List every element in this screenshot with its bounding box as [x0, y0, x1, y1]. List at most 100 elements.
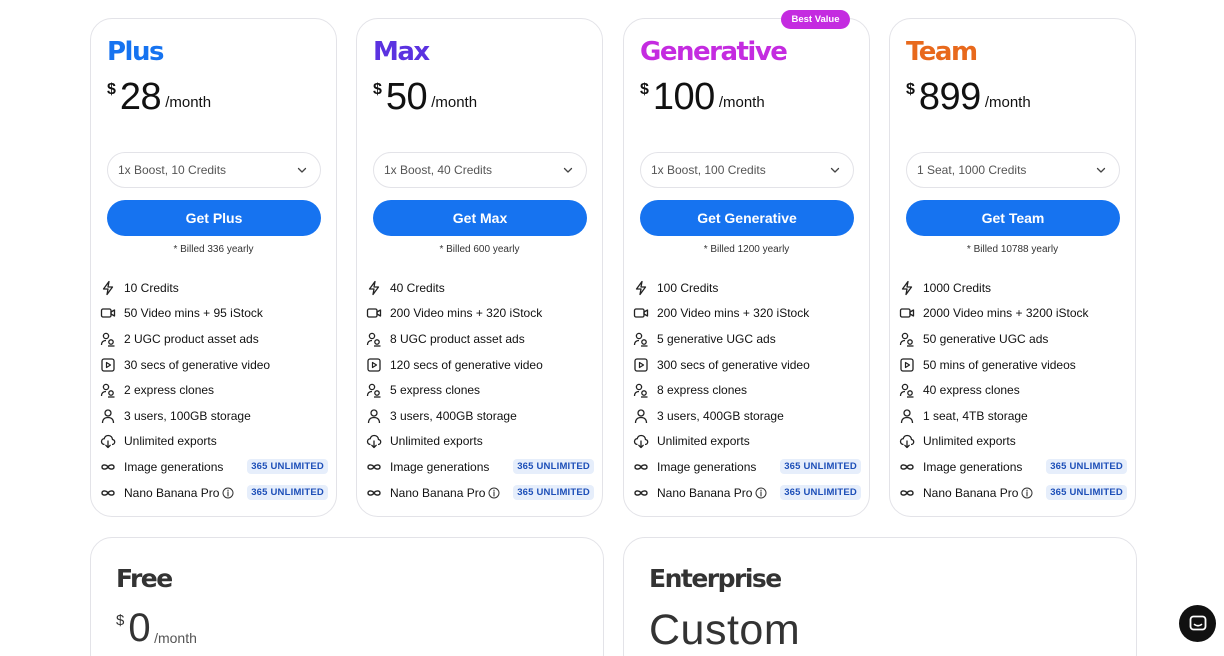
video-icon	[100, 308, 116, 319]
billed-note: * Billed 600 yearly	[439, 244, 520, 255]
plan-card-plus: Plus $ 28 /month 1x Boost, 10 Credits Ge…	[90, 18, 337, 517]
feature-item: Nano Banana Pro 365 UNLIMITED	[899, 480, 1127, 506]
infinity-icon	[634, 464, 648, 470]
feature-item: 120 secs of generative video	[366, 352, 594, 378]
plan-card-free: Free $ 0 /month	[90, 537, 604, 656]
play-icon	[367, 357, 381, 372]
feature-item: 40 Credits	[366, 275, 594, 301]
info-icon[interactable]	[222, 487, 234, 499]
feature-item: 3 users, 400GB storage	[633, 403, 861, 429]
infinity-icon	[900, 489, 914, 496]
plan-name: Plus	[107, 37, 164, 67]
bolt-icon	[901, 280, 913, 295]
credits-select-value: 1x Boost, 100 Credits	[651, 163, 766, 177]
feature-item: 300 secs of generative video	[633, 352, 861, 378]
user-icon	[900, 409, 914, 423]
billed-note: * Billed 1200 yearly	[703, 244, 790, 255]
feature-item: 5 generative UGC ads	[633, 326, 861, 352]
cloud-download-icon	[633, 435, 649, 449]
info-icon[interactable]	[488, 487, 500, 499]
get-plus-button[interactable]: Get Plus	[107, 200, 321, 236]
feature-text: 30 secs of generative video	[124, 357, 271, 372]
bolt-icon	[102, 280, 114, 295]
credits-select[interactable]: 1x Boost, 10 Credits	[107, 152, 321, 188]
currency-symbol: $	[116, 612, 125, 629]
chat-launcher-button[interactable]	[1179, 605, 1216, 642]
price-amount: 28	[119, 76, 162, 118]
credits-select[interactable]: 1x Boost, 40 Credits	[373, 152, 587, 188]
feature-item: 1000 Credits	[899, 275, 1127, 301]
bolt-icon	[635, 280, 647, 295]
feature-text: 50 Video mins + 95 iStock	[124, 306, 263, 321]
feature-text: Nano Banana Pro	[657, 485, 753, 500]
feature-item: 200 Video mins + 320 iStock	[366, 301, 594, 327]
feature-text: 40 express clones	[923, 383, 1020, 398]
feature-text: 5 express clones	[390, 383, 481, 398]
feature-item: Nano Banana Pro 365 UNLIMITED	[633, 480, 861, 506]
price-amount: 50	[385, 76, 428, 118]
unlimited-badge: 365 UNLIMITED	[513, 459, 594, 475]
feature-text: 5 generative UGC ads	[657, 331, 776, 346]
feature-text: Image generations	[923, 459, 1023, 474]
feature-text: Unlimited exports	[657, 434, 750, 449]
feature-text: 3 users, 400GB storage	[390, 408, 517, 423]
credits-select-value: 1x Boost, 40 Credits	[384, 163, 493, 177]
feature-item: 50 Video mins + 95 iStock	[100, 301, 328, 327]
plan-name: Generative	[640, 37, 788, 67]
feature-item: 40 express clones	[899, 377, 1127, 403]
feature-list: 1000 Credits 2000 Video mins + 3200 iSto…	[899, 275, 1127, 505]
feature-text: 50 mins of generative videos	[923, 357, 1076, 372]
feature-text: Image generations	[124, 459, 224, 474]
info-icon[interactable]	[755, 487, 767, 499]
video-icon	[633, 308, 649, 319]
users-icon	[366, 332, 381, 347]
feature-item: 50 generative UGC ads	[899, 326, 1127, 352]
billed-note: * Billed 10788 yearly	[966, 244, 1059, 255]
video-icon	[899, 308, 915, 319]
unlimited-badge: 365 UNLIMITED	[780, 459, 861, 475]
feature-text: Image generations	[657, 459, 757, 474]
feature-item: 1 seat, 4TB storage	[899, 403, 1127, 429]
price-period: /month	[984, 94, 1031, 111]
feature-item: 30 secs of generative video	[100, 352, 328, 378]
users-icon	[633, 332, 648, 347]
feature-item: 2 express clones	[100, 377, 328, 403]
feature-item: Unlimited exports	[899, 429, 1127, 455]
feature-item: Image generations 365 UNLIMITED	[633, 454, 861, 480]
user-icon	[367, 409, 381, 423]
unlimited-badge: 365 UNLIMITED	[513, 485, 594, 501]
chevron-down-icon	[297, 167, 307, 173]
currency-symbol: $	[373, 81, 382, 98]
feature-text: Nano Banana Pro	[124, 485, 220, 500]
unlimited-badge: 365 UNLIMITED	[780, 485, 861, 501]
feature-text: 50 generative UGC ads	[923, 331, 1049, 346]
credits-select-value: 1x Boost, 10 Credits	[118, 163, 227, 177]
price: $ 50 /month	[373, 77, 477, 117]
info-icon[interactable]	[1021, 487, 1033, 499]
feature-text: 8 express clones	[657, 383, 748, 398]
feature-text: 2000 Video mins + 3200 iStock	[923, 306, 1089, 321]
feature-item: Unlimited exports	[633, 429, 861, 455]
feature-item: Nano Banana Pro 365 UNLIMITED	[366, 480, 594, 506]
feature-text: Nano Banana Pro	[923, 485, 1019, 500]
feature-text: 2 express clones	[124, 383, 215, 398]
get-generative-button[interactable]: Get Generative	[640, 200, 854, 236]
feature-item: Unlimited exports	[366, 429, 594, 455]
plan-card-team: Team $ 899 /month 1 Seat, 1000 Credits G…	[889, 18, 1136, 517]
users-icon	[366, 383, 381, 398]
infinity-icon	[900, 464, 914, 470]
chevron-down-icon	[563, 167, 573, 173]
currency-symbol: $	[640, 81, 649, 98]
credits-select[interactable]: 1x Boost, 100 Credits	[640, 152, 854, 188]
price-custom: Custom	[649, 606, 801, 654]
feature-text: 10 Credits	[124, 280, 179, 295]
price-amount: 899	[918, 76, 981, 118]
plan-name: Free	[116, 564, 173, 593]
get-max-button[interactable]: Get Max	[373, 200, 587, 236]
users-icon	[100, 332, 115, 347]
get-team-button[interactable]: Get Team	[906, 200, 1120, 236]
price: $ 0 /month	[116, 608, 197, 648]
credits-select[interactable]: 1 Seat, 1000 Credits	[906, 152, 1120, 188]
feature-text: 8 UGC product asset ads	[390, 331, 525, 346]
play-icon	[101, 357, 115, 372]
